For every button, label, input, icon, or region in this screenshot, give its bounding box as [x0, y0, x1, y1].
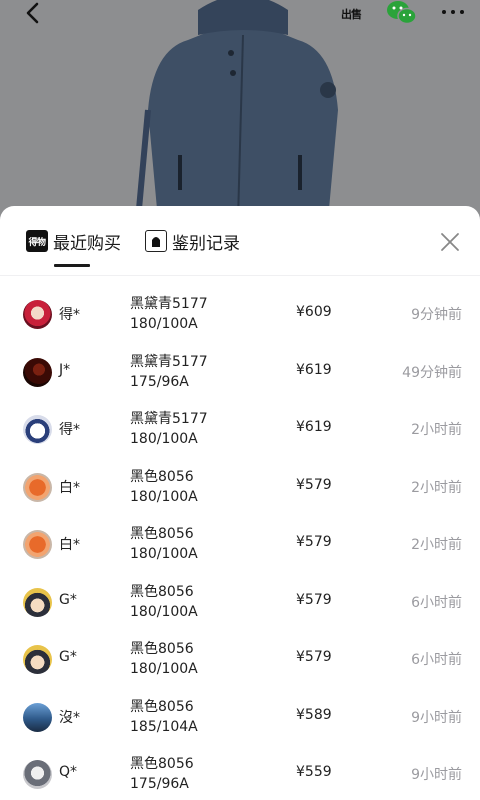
purchase-row: G* 黑色8056 180/100A ¥579 6小时前 — [0, 574, 480, 631]
product-spec: 黑色8056 180/100A — [130, 582, 198, 622]
purchase-price: ¥579 — [296, 476, 332, 493]
avatar — [23, 472, 52, 502]
avatar — [23, 587, 52, 617]
purchase-price: ¥559 — [296, 764, 332, 780]
more-icon[interactable] — [438, 0, 468, 24]
dewu-logo-text: 得物 — [28, 237, 46, 248]
purchase-time: 2小时前 — [411, 422, 462, 438]
product-spec: 黑黛青5177 180/100A — [130, 409, 208, 449]
product-color: 黑黛青5177 — [130, 296, 208, 312]
buyer-name: 得* — [59, 422, 80, 438]
product-color: 黑色8056 — [130, 468, 194, 485]
purchase-row: 得* 黑黛青5177 180/100A ¥619 2小时前 — [0, 401, 480, 458]
avatar — [23, 645, 52, 674]
purchase-records-sheet: 得物 最近购买 鉴别记录 得* 黑黛青5177 180/100A ¥609 9分钟前 J*… — [0, 206, 480, 800]
purchase-price: ¥579 — [296, 591, 332, 608]
tab-auth-label: 鉴别记录 — [172, 233, 240, 254]
product-color: 黑色8056 — [130, 756, 194, 772]
authentication-icon — [145, 230, 167, 252]
product-size: 180/100A — [130, 431, 198, 447]
product-spec: 黑色8056 180/100A — [130, 467, 198, 507]
purchase-row: J* 黑黛青5177 175/96A ¥619 49分钟前 — [0, 344, 480, 401]
buyer-name: J* — [59, 361, 71, 378]
avatar — [23, 530, 52, 559]
buyer-name: Q* — [59, 764, 78, 780]
sell-button[interactable]: 出售 — [336, 0, 366, 28]
product-color: 黑黛青5177 — [130, 353, 208, 370]
product-spec: 黑色8056 180/100A — [130, 524, 198, 564]
purchase-price: ¥579 — [296, 534, 332, 550]
buyer-name: 得* — [59, 307, 80, 323]
product-spec: 黑色8056 175/96A — [130, 754, 194, 794]
purchase-price: ¥579 — [296, 649, 332, 665]
product-size: 180/100A — [130, 546, 198, 562]
purchase-row: 沒* 黑色8056 185/104A ¥589 9小时前 — [0, 689, 480, 746]
tab-authentication-records[interactable]: 鉴别记录 — [145, 228, 240, 254]
buyer-name: 白* — [59, 537, 80, 553]
product-size: 185/104A — [130, 718, 198, 735]
buyer-name: G* — [59, 649, 77, 665]
purchase-row: Q* 黑色8056 175/96A ¥559 9小时前 — [0, 746, 480, 800]
avatar — [23, 415, 52, 444]
product-color: 黑黛青5177 — [130, 411, 208, 427]
purchase-price: ¥619 — [296, 419, 332, 435]
tab-recent-purchases[interactable]: 得物 最近购买 — [26, 228, 121, 254]
purchase-row: 得* 黑黛青5177 180/100A ¥609 9分钟前 — [0, 286, 480, 343]
product-spec: 黑色8056 180/100A — [130, 639, 198, 679]
purchase-time: 9分钟前 — [411, 307, 462, 323]
tab-recent-label: 最近购买 — [53, 233, 121, 254]
product-size: 180/100A — [130, 603, 198, 620]
avatar — [23, 702, 52, 732]
tab-bar: 得物 最近购买 鉴别记录 — [0, 206, 480, 276]
back-arrow-icon[interactable] — [20, 0, 48, 28]
product-size: 180/100A — [130, 661, 198, 677]
avatar — [23, 357, 52, 387]
avatar — [23, 760, 52, 789]
product-size: 175/96A — [130, 373, 189, 390]
product-spec: 黑黛青5177 175/96A — [130, 352, 208, 392]
wechat-icon[interactable] — [386, 0, 418, 26]
dewu-logo-icon: 得物 — [26, 230, 48, 252]
product-spec: 黑黛青5177 180/100A — [130, 294, 208, 334]
purchase-row: 白* 黑色8056 180/100A ¥579 2小时前 — [0, 459, 480, 516]
buyer-name: G* — [59, 591, 77, 608]
purchase-time: 9小时前 — [411, 709, 462, 726]
purchase-row: 白* 黑色8056 180/100A ¥579 2小时前 — [0, 516, 480, 573]
active-tab-indicator — [54, 264, 90, 267]
product-size: 175/96A — [130, 776, 189, 792]
product-size: 180/100A — [130, 488, 198, 505]
purchase-price: ¥589 — [296, 706, 332, 723]
buyer-name: 沒* — [59, 709, 80, 726]
buyer-name: 白* — [59, 479, 80, 496]
top-bar: 出售 — [0, 0, 480, 34]
product-spec: 黑色8056 185/104A — [130, 697, 198, 737]
purchase-time: 6小时前 — [411, 652, 462, 668]
purchase-time: 2小时前 — [411, 537, 462, 553]
purchase-time: 9小时前 — [411, 767, 462, 783]
product-color: 黑色8056 — [130, 583, 194, 600]
product-size: 180/100A — [130, 316, 198, 332]
purchase-row: G* 黑色8056 180/100A ¥579 6小时前 — [0, 631, 480, 688]
purchase-time: 49分钟前 — [402, 364, 462, 381]
purchase-price: ¥609 — [296, 304, 332, 320]
sell-label: 出售 — [341, 8, 362, 21]
purchase-time: 6小时前 — [411, 594, 462, 611]
purchase-time: 2小时前 — [411, 479, 462, 496]
avatar — [23, 300, 52, 329]
product-color: 黑色8056 — [130, 526, 194, 542]
product-color: 黑色8056 — [130, 698, 194, 715]
purchase-price: ¥619 — [296, 361, 332, 378]
product-color: 黑色8056 — [130, 641, 194, 657]
close-icon[interactable] — [438, 230, 462, 254]
